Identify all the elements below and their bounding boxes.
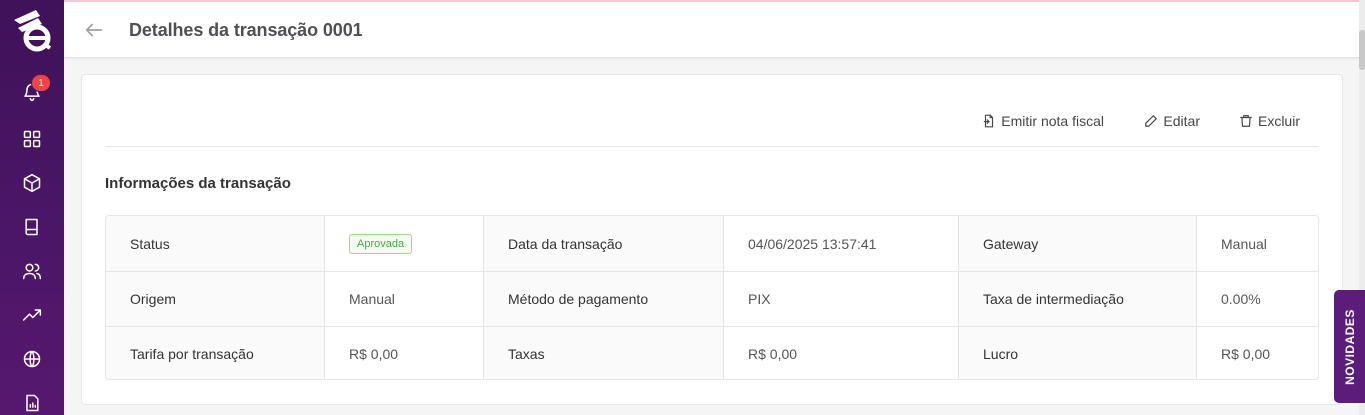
trending-up-icon[interactable] xyxy=(20,303,44,327)
sidebar: 1 xyxy=(0,0,64,415)
field-label: Método de pagamento xyxy=(483,272,723,326)
field-value: R$ 0,00 xyxy=(324,327,483,379)
field-value: R$ 0,00 xyxy=(723,327,958,379)
field-value: Manual xyxy=(1196,216,1318,271)
scrollbar-thumb[interactable] xyxy=(1359,30,1365,70)
status-badge: Aprovada xyxy=(349,233,413,254)
back-arrow-icon[interactable] xyxy=(82,18,106,42)
novidades-label: NOVIDADES xyxy=(1342,308,1357,385)
transaction-details-card: Emitir nota fiscal Editar Excluir Inform… xyxy=(81,74,1343,405)
delete-button[interactable]: Excluir xyxy=(1239,113,1300,129)
field-label: Taxas xyxy=(483,327,723,379)
field-value: 04/06/2025 13:57:41 xyxy=(723,216,958,271)
book-icon[interactable] xyxy=(20,215,44,239)
globe-icon[interactable] xyxy=(20,347,44,371)
field-value: R$ 0,00 xyxy=(1196,327,1318,379)
novidades-tab[interactable]: NOVIDADES xyxy=(1334,290,1365,403)
grid-icon[interactable] xyxy=(20,127,44,151)
box-icon[interactable] xyxy=(20,171,44,195)
delete-label: Excluir xyxy=(1257,113,1300,129)
users-icon[interactable] xyxy=(20,259,44,283)
field-label: Status xyxy=(106,216,324,271)
section-title: Informações da transação xyxy=(105,175,291,192)
field-label: Taxa de intermediação xyxy=(958,272,1196,326)
divider xyxy=(105,146,1319,147)
transaction-info-table: Status Aprovada Data da transação 04/06/… xyxy=(105,215,1319,380)
field-label: Data da transação xyxy=(483,216,723,271)
table-row: Tarifa por transação R$ 0,00 Taxas R$ 0,… xyxy=(106,326,1318,379)
field-label: Gateway xyxy=(958,216,1196,271)
table-row: Origem Manual Método de pagamento PIX Ta… xyxy=(106,271,1318,326)
field-value: Manual xyxy=(324,272,483,326)
edit-button[interactable]: Editar xyxy=(1144,113,1200,129)
field-label: Origem xyxy=(106,272,324,326)
field-value: Aprovada xyxy=(324,216,483,271)
page-title: Detalhes da transação 0001 xyxy=(129,20,363,40)
field-label: Tarifa por transação xyxy=(106,327,324,379)
notification-count-badge: 1 xyxy=(31,74,51,92)
pencil-icon xyxy=(1145,115,1158,127)
table-row: Status Aprovada Data da transação 04/06/… xyxy=(106,216,1318,271)
page-header: Detalhes da transação 0001 xyxy=(64,2,1359,58)
field-value: PIX xyxy=(723,272,958,326)
report-icon[interactable] xyxy=(20,391,44,415)
issue-invoice-label: Emitir nota fiscal xyxy=(1001,113,1104,129)
file-export-icon xyxy=(984,114,994,128)
trash-icon xyxy=(1240,115,1252,127)
issue-invoice-button[interactable]: Emitir nota fiscal xyxy=(982,113,1104,129)
field-value: 0.00% xyxy=(1196,272,1318,326)
field-label: Lucro xyxy=(958,327,1196,379)
edit-label: Editar xyxy=(1163,113,1200,129)
app-logo[interactable] xyxy=(10,6,54,54)
